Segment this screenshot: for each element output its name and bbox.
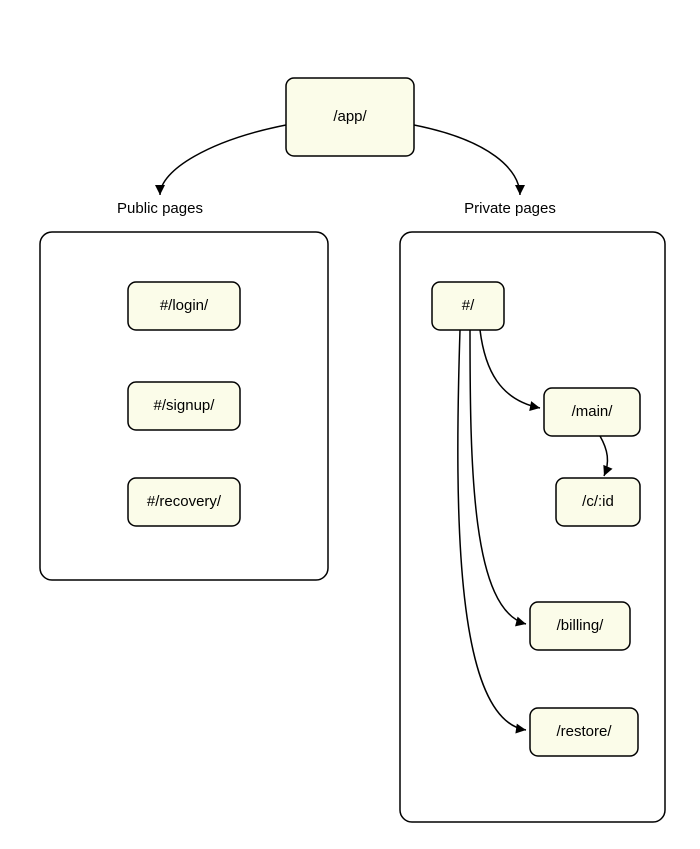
node-recovery-label: #/recovery/ [147, 493, 222, 510]
node-billing-label: /billing/ [557, 617, 605, 634]
node-recovery: #/recovery/ [128, 478, 240, 526]
node-signup-label: #/signup/ [154, 397, 216, 414]
node-cid: /c/:id [556, 478, 640, 526]
edge-hash-to-billing [470, 330, 526, 624]
edge-root-to-public [160, 125, 286, 195]
node-login: #/login/ [128, 282, 240, 330]
node-hash: #/ [432, 282, 504, 330]
edge-root-to-private [414, 125, 520, 195]
node-restore-label: /restore/ [556, 723, 612, 740]
node-login-label: #/login/ [160, 297, 209, 314]
edge-hash-to-main [480, 330, 540, 408]
node-cid-label: /c/:id [582, 493, 614, 510]
node-restore: /restore/ [530, 708, 638, 756]
edge-hash-to-restore [458, 330, 526, 730]
node-root: /app/ [286, 78, 414, 156]
routing-diagram: /app/ Public pages Private pages #/login… [0, 0, 700, 849]
node-main: /main/ [544, 388, 640, 436]
node-hash-label: #/ [462, 297, 475, 314]
group-private-title: Private pages [464, 200, 556, 217]
node-billing: /billing/ [530, 602, 630, 650]
node-root-label: /app/ [333, 108, 367, 125]
node-signup: #/signup/ [128, 382, 240, 430]
group-public-title: Public pages [117, 200, 203, 217]
edge-main-to-cid [600, 436, 607, 476]
node-main-label: /main/ [572, 403, 614, 420]
